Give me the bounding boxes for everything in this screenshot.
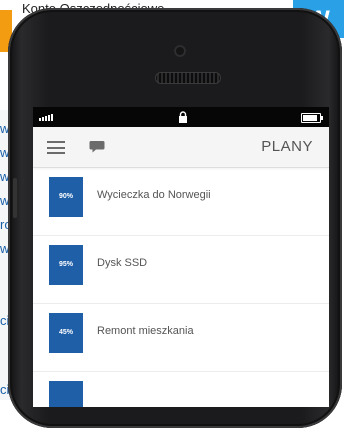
plan-name: Wycieczka do Norwegii (97, 189, 211, 201)
status-bar (33, 107, 329, 127)
signal-strength-icon (39, 114, 53, 121)
hamburger-menu-icon[interactable] (47, 141, 65, 154)
lock-icon (179, 111, 187, 123)
plan-list-item[interactable]: 90% Wycieczka do Norwegii (33, 168, 329, 236)
speaker-grille (155, 72, 221, 84)
plan-list-item[interactable]: 95% Dysk SSD (33, 236, 329, 304)
phone-side-button (13, 178, 17, 218)
app-header: PLANY (33, 127, 329, 168)
plan-list-item[interactable] (33, 372, 329, 407)
phone-screen: PLANY 90% Wycieczka do Norwegii 95% Dysk… (33, 107, 329, 407)
plan-list-item[interactable]: 45% Remont mieszkania (33, 304, 329, 372)
plan-progress-badge: 45% (49, 313, 83, 353)
plan-progress-badge: 90% (49, 177, 83, 217)
battery-icon (301, 113, 323, 123)
plan-progress-badge: 95% (49, 245, 83, 285)
speech-bubble-icon[interactable] (89, 140, 105, 154)
plan-list: 90% Wycieczka do Norwegii 95% Dysk SSD 4… (33, 168, 329, 407)
plan-name: Remont mieszkania (97, 325, 194, 337)
page-title: PLANY (261, 138, 313, 155)
plan-name: Dysk SSD (97, 257, 148, 269)
plan-progress-badge (49, 381, 83, 407)
camera-icon (174, 45, 186, 57)
